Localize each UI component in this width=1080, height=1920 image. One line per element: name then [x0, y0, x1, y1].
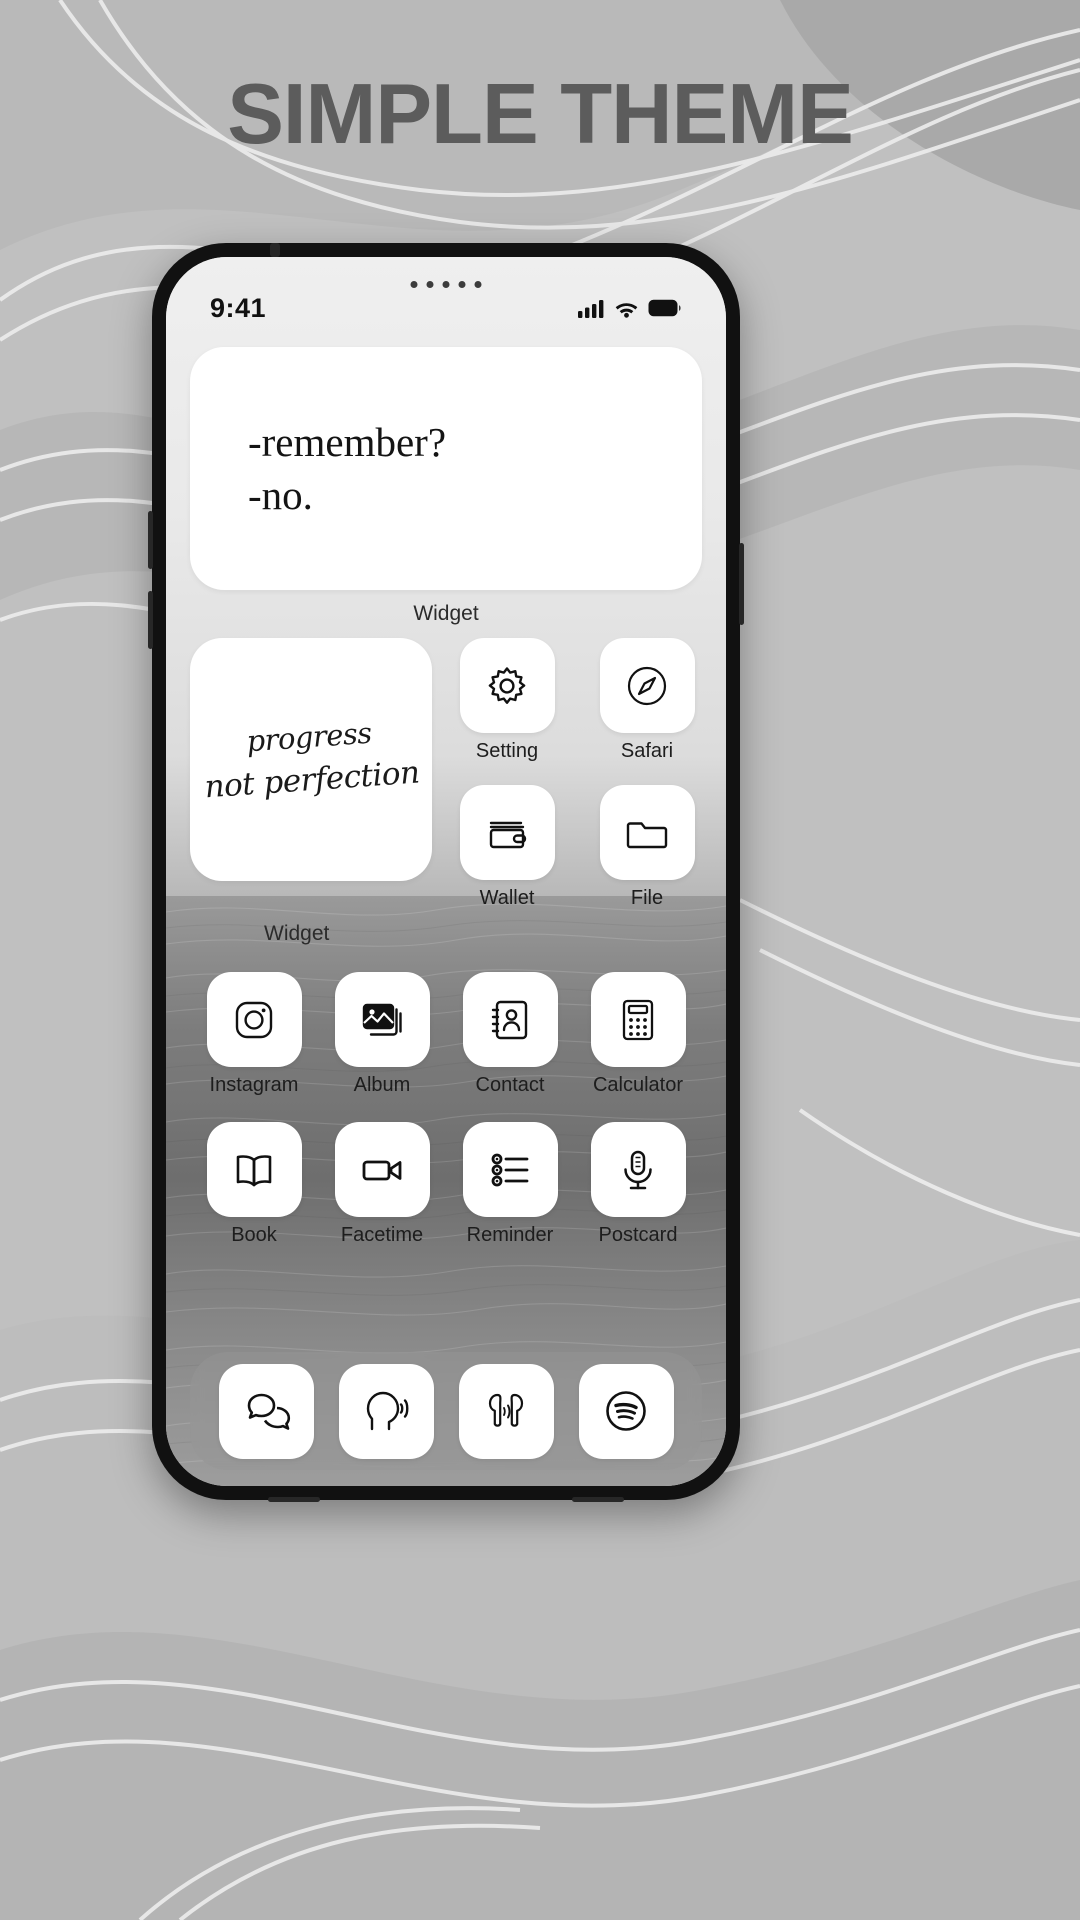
app-tile[interactable] [206, 1122, 302, 1217]
app-wallet[interactable]: Wallet [452, 785, 562, 910]
microphone-icon [614, 1146, 662, 1194]
script-line-2: not perfection [203, 754, 421, 806]
dock-app-messages[interactable] [218, 1363, 314, 1459]
app-postcard[interactable]: Postcard [590, 1122, 686, 1247]
app-tile[interactable] [334, 972, 430, 1067]
signal-bars-icon [578, 299, 605, 318]
chat-bubbles-icon [241, 1386, 291, 1436]
app-label: Postcard [598, 1224, 678, 1246]
mid-row: progress not perfection Setting Safari W… [190, 638, 702, 910]
app-tile[interactable] [459, 638, 555, 733]
app-tile[interactable] [599, 638, 695, 733]
head-speaking-icon [361, 1386, 411, 1436]
status-bar: 9:41 [166, 285, 726, 331]
bottom-vent-left [268, 1497, 320, 1502]
video-camera-icon [358, 1146, 406, 1194]
status-time: 9:41 [210, 292, 267, 323]
app-file[interactable]: File [592, 785, 702, 910]
book-icon [230, 1146, 278, 1194]
app-label: Contact [475, 1074, 545, 1096]
widget-quote-label: Widget [413, 602, 479, 625]
app-label: Book [231, 1224, 277, 1246]
app-tile[interactable] [462, 1122, 558, 1217]
app-tile[interactable] [462, 972, 558, 1067]
app-instagram[interactable]: Instagram [206, 972, 302, 1097]
app-label: Album [353, 1074, 411, 1096]
dock [190, 1352, 702, 1470]
compass-icon [623, 662, 671, 710]
app-tile[interactable] [590, 1122, 686, 1217]
app-contact[interactable]: Contact [462, 972, 558, 1097]
app-label: File [630, 887, 664, 909]
app-setting[interactable]: Setting [452, 638, 562, 763]
dock-app-airpods[interactable] [458, 1363, 554, 1459]
power-button[interactable] [739, 543, 744, 625]
app-grid-top: Setting Safari Wallet File [452, 638, 702, 910]
gear-icon [483, 662, 531, 710]
widget-script[interactable]: progress not perfection [190, 638, 432, 881]
battery-icon [648, 299, 682, 317]
app-label: Instagram [209, 1074, 299, 1096]
home-screen: -remember? -no. Widget progress not perf… [166, 333, 726, 1486]
app-label: Reminder [466, 1224, 554, 1246]
app-label: Setting [475, 740, 539, 762]
page-title: SIMPLE THEME [227, 67, 854, 162]
app-tile[interactable] [206, 972, 302, 1067]
app-tile[interactable] [590, 972, 686, 1067]
app-label: Safari [620, 740, 674, 762]
app-safari[interactable]: Safari [592, 638, 702, 763]
phone-screen: 9:41 -remember? -no. Widget progress not… [166, 257, 726, 1486]
airpods-icon [481, 1386, 531, 1436]
folder-icon [623, 809, 671, 857]
app-tile[interactable] [459, 785, 555, 880]
app-album[interactable]: Album [334, 972, 430, 1097]
widget-script-label: Widget [264, 922, 330, 945]
widget-quote[interactable]: -remember? -no. [190, 347, 702, 590]
app-label: Calculator [592, 1074, 684, 1096]
app-facetime[interactable]: Facetime [334, 1122, 430, 1247]
photos-icon [358, 996, 406, 1044]
checklist-icon [486, 1146, 534, 1194]
app-book[interactable]: Book [206, 1122, 302, 1247]
dock-app-spotify[interactable] [578, 1363, 674, 1459]
bottom-vent-right [572, 1497, 624, 1502]
phone-mockup: 9:41 -remember? -no. Widget progress not… [148, 243, 744, 1502]
app-tile[interactable] [599, 785, 695, 880]
app-tile[interactable] [334, 1122, 430, 1217]
app-grid-main: Instagram Album Contact Calculator Book … [190, 972, 702, 1247]
app-reminder[interactable]: Reminder [462, 1122, 558, 1247]
app-label: Facetime [340, 1224, 424, 1246]
top-sensor-notch [270, 243, 280, 257]
quote-line-2: -no. [248, 471, 313, 518]
volume-button-up[interactable] [148, 511, 153, 569]
script-line-1: progress [245, 715, 374, 759]
quote-line-1: -remember? [248, 419, 447, 466]
wifi-icon [614, 299, 639, 318]
wallet-icon [483, 809, 531, 857]
calculator-icon [614, 996, 662, 1044]
volume-button-down[interactable] [148, 591, 153, 649]
app-calculator[interactable]: Calculator [590, 972, 686, 1097]
contacts-icon [486, 996, 534, 1044]
spotify-icon [601, 1386, 651, 1436]
dock-app-voice[interactable] [338, 1363, 434, 1459]
app-label: Wallet [479, 887, 535, 909]
instagram-icon [230, 996, 278, 1044]
